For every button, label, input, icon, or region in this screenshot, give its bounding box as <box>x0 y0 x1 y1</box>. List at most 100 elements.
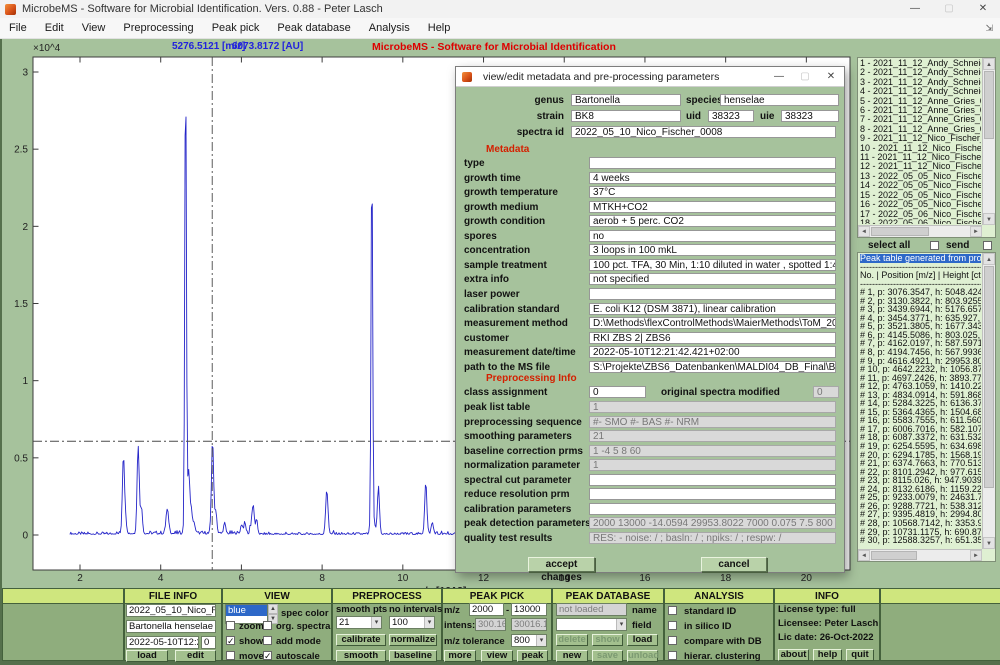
close-button[interactable]: ✕ <box>966 0 1000 18</box>
meta-extra-info-field[interactable]: not specified <box>589 273 836 285</box>
no-intervals-dropdown[interactable]: 100▾ <box>389 616 435 629</box>
strain-field[interactable]: BK8 <box>571 110 681 122</box>
view-button[interactable]: view <box>481 650 513 662</box>
scroll-left-icon[interactable]: ◄ <box>858 226 870 237</box>
db-field-dropdown[interactable]: ▾ <box>556 618 627 631</box>
menu-item-help[interactable]: Help <box>419 18 460 38</box>
mz-to-field[interactable]: 13000 <box>511 603 547 616</box>
show-checkbox[interactable]: ✓ <box>226 636 235 645</box>
load-button[interactable]: load <box>126 650 168 662</box>
peak-list-hscrollbar[interactable]: ◄ ► <box>858 549 982 561</box>
smooth-pts-dropdown[interactable]: 21▾ <box>336 616 382 629</box>
meta-growth-temperature-field[interactable]: 37°C <box>589 186 836 198</box>
file-list-vthumb[interactable] <box>984 71 994 139</box>
mz-tolerance-dropdown[interactable]: 800▾ <box>511 634 547 647</box>
normalize-button[interactable]: normalize <box>389 634 437 646</box>
db-load-button[interactable]: load <box>627 634 658 646</box>
file-list-hscrollbar[interactable]: ◄ ► <box>858 225 982 237</box>
org-spectra-checkbox[interactable] <box>263 621 272 630</box>
smooth-button[interactable]: smooth <box>336 650 386 662</box>
menu-item-preprocessing[interactable]: Preprocessing <box>114 18 202 38</box>
uie-field[interactable]: 38323 <box>781 110 839 122</box>
meta-calibration-standard-field[interactable]: E. coli K12 (DSM 3871), linear calibrati… <box>589 303 836 315</box>
meta-path-to-the-ms-file-field[interactable]: S:\Projekte\ZBS6_Datenbanken\MALDI04_DB_… <box>589 361 836 373</box>
dropdown-arrow-icon[interactable]: ▾ <box>536 635 546 646</box>
meta-measurement-method-field[interactable]: D:\Methods\flexControlMethods\MaierMetho… <box>589 317 836 329</box>
meta-customer-field[interactable]: RKI ZBS 2| ZBS6 <box>589 332 836 344</box>
standard-id-checkbox[interactable] <box>668 606 677 615</box>
scroll-up-icon[interactable]: ▲ <box>983 58 995 70</box>
meta-spores-field[interactable]: no <box>589 230 836 242</box>
quit-button[interactable]: quit <box>846 649 874 661</box>
scroll-left-icon[interactable]: ◄ <box>858 550 870 561</box>
menu-item-view[interactable]: View <box>73 18 115 38</box>
scroll-right-icon[interactable]: ► <box>970 550 982 561</box>
scroll-down-icon[interactable]: ▼ <box>983 537 995 549</box>
file-list-item[interactable]: 18 - 2022_05_06_Nico_Fischer_0007 <box>860 219 981 224</box>
calibrate-button[interactable]: calibrate <box>336 634 386 646</box>
meta-growth-medium-field[interactable]: MTKH+CO2 <box>589 201 836 213</box>
scroll-down-icon[interactable]: ▼ <box>983 213 995 225</box>
meta-concentration-field[interactable]: 3 loops in 100 mkL <box>589 244 836 256</box>
move-checkbox[interactable] <box>226 651 235 660</box>
spec-color-selected[interactable]: blue <box>226 605 267 616</box>
spinner-up-icon[interactable]: ▲ <box>268 604 278 614</box>
cancel-button[interactable]: cancel <box>701 557 767 572</box>
accept-changes-button[interactable]: accept changes <box>528 557 595 572</box>
dropdown-arrow-icon[interactable]: ▾ <box>424 617 434 628</box>
uid-field[interactable]: 38323 <box>708 110 754 122</box>
meta-laser-power-field[interactable] <box>589 288 836 300</box>
maximize-button[interactable]: ▢ <box>932 0 966 18</box>
datetime-field[interactable]: 2022-05-10T12:21:42.4 <box>126 636 199 649</box>
minimize-button[interactable]: — <box>898 0 932 18</box>
meta-sample-treatment-field[interactable]: 100 pct. TFA, 30 Min, 1:10 diluted in wa… <box>589 259 836 271</box>
peak-list-vthumb[interactable] <box>984 266 994 488</box>
menu-item-peak-pick[interactable]: Peak pick <box>203 18 269 38</box>
about-button[interactable]: about <box>778 649 809 661</box>
mz-from-field[interactable]: 2000 <box>469 603 504 616</box>
zoom-checkbox[interactable] <box>226 621 235 630</box>
edit-button[interactable]: edit <box>175 650 216 662</box>
prep-spectral-cut-parameter-field[interactable] <box>589 474 836 486</box>
help-button[interactable]: help <box>813 649 842 661</box>
menu-item-peak-database[interactable]: Peak database <box>268 18 359 38</box>
peak-table-row[interactable]: # 30, p: 12588.3257, h: 651.3599, w: <box>860 536 981 545</box>
meta-growth-time-field[interactable]: 4 weeks <box>589 172 836 184</box>
baseline-button[interactable]: baseline <box>389 650 437 662</box>
add-mode-checkbox[interactable] <box>263 636 272 645</box>
dropdown-arrow-icon[interactable]: ▾ <box>616 619 626 630</box>
menu-item-analysis[interactable]: Analysis <box>360 18 419 38</box>
class-assignment-field[interactable]: 0 <box>589 386 646 398</box>
db-new-button[interactable]: new <box>556 650 588 662</box>
genus-field[interactable]: Bartonella <box>571 94 681 106</box>
meta-growth-condition-field[interactable]: aerob + 5 perc. CO2 <box>589 215 836 227</box>
send-spectra-checkbox[interactable] <box>983 241 992 250</box>
peak-button[interactable]: peak <box>517 650 548 662</box>
in-silico-id-checkbox[interactable] <box>668 621 677 630</box>
file-list-hthumb[interactable] <box>871 227 929 236</box>
file-list-vscrollbar[interactable]: ▲ ▼ <box>982 58 995 225</box>
dock-icon[interactable]: ⇲ <box>978 18 1000 38</box>
dropdown-arrow-icon[interactable]: ▾ <box>371 617 381 628</box>
more-button[interactable]: more <box>444 650 476 662</box>
meta-type-field[interactable] <box>589 157 836 169</box>
class-field[interactable]: 0 <box>201 636 216 649</box>
autoscale-checkbox[interactable]: ✓ <box>263 651 272 660</box>
meta-measurement-date-time-field[interactable]: 2022-05-10T12:21:42.421+02:00 <box>589 346 836 358</box>
dialog-close-button[interactable]: ✕ <box>818 67 844 87</box>
hierar-clustering-checkbox[interactable] <box>668 651 677 660</box>
select-all-checkbox[interactable] <box>930 241 939 250</box>
peak-list-hthumb[interactable] <box>871 551 917 560</box>
prep-reduce-resolution-prm-field[interactable] <box>589 488 836 500</box>
organism-field[interactable]: Bartonella henselae BK8 <box>126 620 216 633</box>
spectra-id-field[interactable]: 2022_05_10_Nico_Fischer_0008 <box>571 126 836 138</box>
peak-table-list[interactable]: Peak table generated from processed-----… <box>857 252 996 562</box>
prep-calibration-parameters-field[interactable] <box>589 503 836 515</box>
compare-with-db-checkbox[interactable] <box>668 636 677 645</box>
menu-item-file[interactable]: File <box>0 18 36 38</box>
scroll-right-icon[interactable]: ► <box>970 226 982 237</box>
spectra-file-list[interactable]: 1 - 2021_11_12_Andy_Schneider_002 - 2021… <box>857 57 996 238</box>
dialog-minimize-button[interactable]: — <box>766 67 792 87</box>
species-field[interactable]: henselae <box>720 94 839 106</box>
scroll-up-icon[interactable]: ▲ <box>983 253 995 265</box>
